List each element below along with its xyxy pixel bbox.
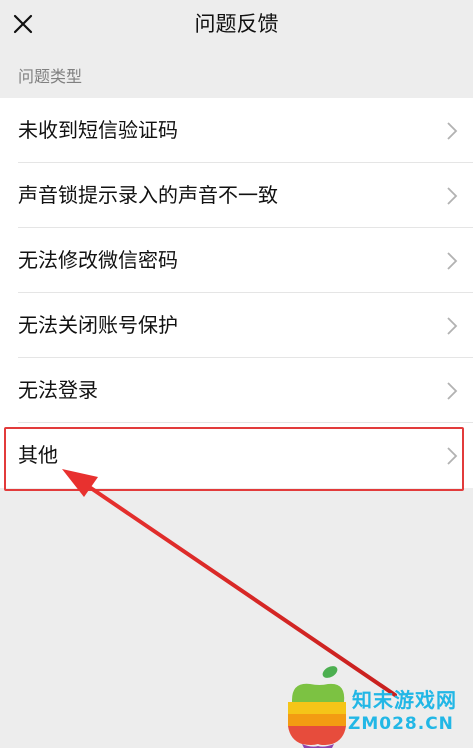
issue-type-list: 未收到短信验证码 声音锁提示录入的声音不一致 无法修改微信密码 无法关闭账号保护…	[0, 98, 473, 488]
list-item-no-sms-code[interactable]: 未收到短信验证码	[0, 98, 473, 163]
watermark-text-en: ZM028.CN	[348, 714, 454, 734]
list-item-cannot-disable-protection[interactable]: 无法关闭账号保护	[0, 293, 473, 358]
chevron-right-icon	[447, 122, 458, 140]
page-title: 问题反馈	[194, 12, 279, 36]
chevron-right-icon	[447, 317, 458, 335]
section-title: 问题类型	[18, 67, 83, 86]
list-item-cannot-change-password[interactable]: 无法修改微信密码	[0, 228, 473, 293]
list-item-label: 无法登录	[18, 378, 98, 402]
chevron-right-icon	[447, 447, 458, 465]
list-item-label: 未收到短信验证码	[18, 118, 178, 142]
list-item-other[interactable]: 其他	[0, 423, 473, 488]
list-item-label: 无法修改微信密码	[18, 248, 178, 272]
list-item-label: 声音锁提示录入的声音不一致	[18, 183, 278, 207]
list-item-cannot-login[interactable]: 无法登录	[0, 358, 473, 423]
site-watermark: 知末游戏网 ZM028.CN	[278, 660, 473, 748]
list-item-label: 其他	[18, 443, 58, 467]
list-item-label: 无法关闭账号保护	[18, 313, 178, 337]
chevron-right-icon	[447, 382, 458, 400]
watermark-text-cn: 知末游戏网	[352, 688, 457, 712]
header: 问题反馈	[0, 0, 473, 52]
fruit-logo-icon	[288, 666, 346, 748]
chevron-right-icon	[447, 187, 458, 205]
chevron-right-icon	[447, 252, 458, 270]
list-item-voice-lock-mismatch[interactable]: 声音锁提示录入的声音不一致	[0, 163, 473, 228]
